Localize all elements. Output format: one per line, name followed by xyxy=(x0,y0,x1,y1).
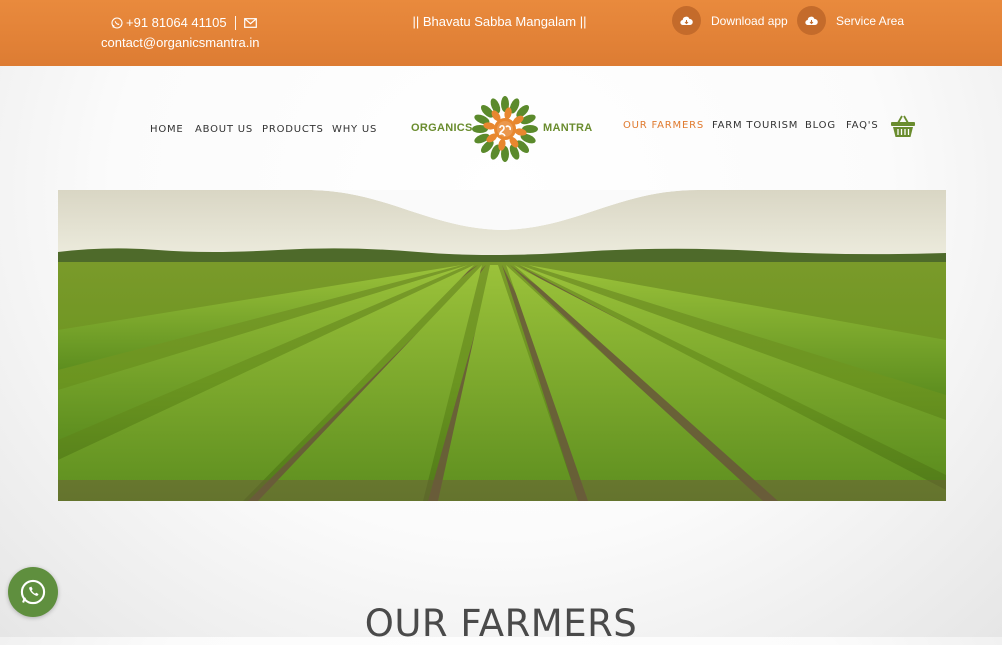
logo[interactable]: ORGANICS MANTRA xyxy=(411,95,595,163)
nav-blog[interactable]: BLOG xyxy=(805,120,836,131)
mandala-icon xyxy=(472,96,538,162)
nav-faqs[interactable]: FAQ'S xyxy=(846,120,878,131)
logo-text-right: MANTRA xyxy=(543,122,593,134)
hero-image xyxy=(58,190,946,501)
main-nav: HOME ABOUT US PRODUCTS WHY US ORGANICS M… xyxy=(0,0,1002,190)
nav-products[interactable]: PRODUCTS xyxy=(262,124,324,135)
nav-home[interactable]: HOME xyxy=(150,124,184,135)
nav-farm-tourism[interactable]: FARM TOURISM xyxy=(712,120,798,131)
whatsapp-icon xyxy=(20,579,46,605)
page-title: OUR FARMERS xyxy=(364,601,638,645)
nav-why-us[interactable]: WHY US xyxy=(332,124,377,135)
nav-our-farmers[interactable]: OUR FARMERS xyxy=(623,120,704,131)
nav-about-us[interactable]: ABOUT US xyxy=(195,124,253,135)
basket-icon[interactable] xyxy=(890,114,916,138)
whatsapp-float-button[interactable] xyxy=(8,567,58,617)
logo-text-left: ORGANICS xyxy=(411,122,473,134)
